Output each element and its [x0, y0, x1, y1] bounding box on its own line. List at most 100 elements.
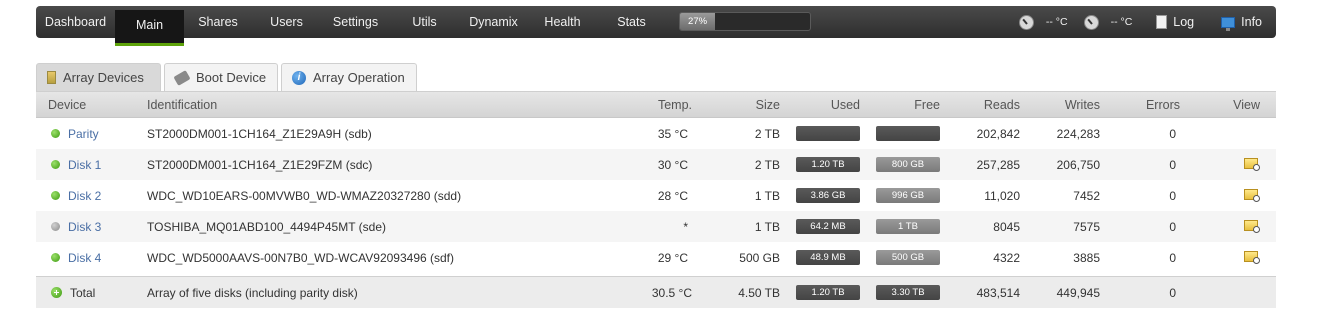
temp-cell: 28 °C	[657, 188, 688, 203]
device-cell: Disk 2	[51, 189, 101, 203]
identification-cell: ST2000DM001-1CH164_Z1E29FZM (sdc)	[147, 157, 373, 172]
header-device: Device	[48, 97, 87, 112]
reads-cell: 4322	[993, 250, 1020, 265]
status-dot-icon	[51, 191, 60, 200]
temp-cell: 29 °C	[657, 250, 688, 265]
tab-array-devices[interactable]: Array Devices	[36, 63, 161, 91]
header-size: Size	[755, 97, 780, 112]
nav-utils[interactable]: Utils	[390, 6, 459, 38]
thermometer-gauge-icon	[1083, 14, 1099, 30]
errors-cell: 0	[1169, 250, 1176, 265]
device-link[interactable]: Disk 1	[68, 158, 101, 172]
info-button[interactable]: Info	[1221, 15, 1262, 31]
free-bar: 500 GB	[876, 250, 940, 265]
total-size: 4.50 TB	[738, 285, 780, 300]
header-free: Free	[914, 97, 940, 112]
writes-cell: 206,750	[1056, 157, 1100, 172]
errors-cell: 0	[1169, 188, 1176, 203]
device-cell: Disk 3	[51, 220, 101, 234]
header-errors: Errors	[1145, 97, 1180, 112]
header-identification: Identification	[147, 97, 218, 112]
view-folder-icon[interactable]	[1244, 188, 1260, 202]
reads-cell: 11,020	[984, 188, 1020, 203]
used-bar: 1.20 TB	[796, 157, 860, 172]
total-temp: 30.5 °C	[651, 285, 692, 300]
writes-cell: 3885	[1073, 250, 1100, 265]
progress-fill: 27%	[680, 13, 716, 30]
used-bar: 64.2 MB	[796, 219, 860, 234]
size-cell: 2 TB	[754, 157, 780, 172]
nav-shares[interactable]: Shares	[184, 6, 252, 38]
info-icon: i	[292, 70, 306, 85]
reads-cell: 8045	[993, 219, 1020, 234]
writes-cell: 7452	[1073, 188, 1100, 203]
device-link[interactable]: Parity	[68, 127, 99, 141]
table-row-total: Total Array of five disks (including par…	[36, 276, 1276, 308]
table-row: Disk 4 WDC_WD5000AAVS-00N7B0_WD-WCAV92093…	[36, 242, 1276, 273]
temp-value-1: -- °C	[1045, 16, 1068, 28]
total-writes: 449,945	[1056, 285, 1100, 300]
nav-main[interactable]: Main	[115, 10, 184, 46]
total-free-bar: 3.30 TB	[876, 285, 940, 300]
nav-settings[interactable]: Settings	[321, 6, 390, 38]
total-used-bar: 1.20 TB	[796, 285, 860, 300]
thermometer-gauge-icon	[1018, 14, 1034, 30]
table-header: Device Identification Temp. Size Used Fr…	[36, 91, 1276, 118]
device-cell: Disk 4	[51, 251, 101, 265]
add-icon	[51, 287, 62, 298]
header-used: Used	[830, 97, 860, 112]
cpu-progress-bar: 27%	[679, 12, 811, 31]
table-row: Parity ST2000DM001-1CH164_Z1E29A9H (sdb) 3…	[36, 118, 1276, 149]
used-bar: 48.9 MB	[796, 250, 860, 265]
log-label: Log	[1173, 15, 1195, 29]
device-link[interactable]: Disk 4	[68, 251, 101, 265]
free-bar: 800 GB	[876, 157, 940, 172]
document-icon	[1156, 15, 1168, 29]
status-dot-icon	[51, 160, 60, 169]
view-folder-icon[interactable]	[1244, 219, 1260, 233]
free-bar: 996 GB	[876, 188, 940, 203]
temp-cell: 30 °C	[657, 157, 688, 172]
view-folder-icon[interactable]	[1244, 157, 1260, 171]
log-button[interactable]: Log	[1156, 15, 1194, 29]
reads-cell: 257,285	[976, 157, 1020, 172]
size-cell: 500 GB	[739, 250, 780, 265]
tab-boot-device[interactable]: Boot Device	[164, 63, 278, 91]
nav-health[interactable]: Health	[528, 6, 597, 38]
device-cell: Disk 1	[51, 158, 101, 172]
nav-users[interactable]: Users	[252, 6, 321, 38]
table-row: Disk 3 TOSHIBA_MQ01ABD100_4494P45MT (sde)…	[36, 211, 1276, 242]
temp-reading-2: -- °C	[1083, 14, 1133, 30]
header-temp: Temp.	[657, 97, 692, 112]
nav-stats[interactable]: Stats	[597, 6, 666, 38]
main-navbar: Dashboard Main Shares Users Settings Uti…	[36, 6, 1276, 46]
header-writes: Writes	[1064, 97, 1100, 112]
device-link[interactable]: Disk 2	[68, 189, 101, 203]
header-view: View	[1233, 97, 1260, 112]
temp-reading-1: -- °C	[1018, 14, 1068, 30]
temp-value-2: -- °C	[1110, 16, 1133, 28]
free-bar: 1 TB	[876, 219, 940, 234]
identification-cell: WDC_WD10EARS-00MVWB0_WD-WMAZ20327280 (sd…	[147, 188, 462, 203]
tab-array-operation[interactable]: i Array Operation	[281, 63, 417, 91]
used-bar	[796, 126, 860, 141]
view-folder-icon[interactable]	[1244, 250, 1260, 264]
status-dot-icon	[51, 129, 60, 138]
device-link[interactable]: Disk 3	[68, 220, 101, 234]
errors-cell: 0	[1169, 157, 1176, 172]
temp-cell: *	[683, 219, 688, 234]
total-device-cell: Total	[51, 286, 95, 300]
info-label: Info	[1241, 15, 1262, 29]
total-errors: 0	[1169, 285, 1176, 300]
monitor-icon	[1221, 16, 1236, 31]
status-dot-icon	[51, 253, 60, 262]
tab-label: Array Operation	[313, 70, 405, 85]
usb-icon	[173, 69, 191, 86]
array-devices-icon	[47, 71, 56, 84]
nav-dynamix[interactable]: Dynamix	[459, 6, 528, 38]
size-cell: 1 TB	[754, 219, 780, 234]
array-devices-table: Device Identification Temp. Size Used Fr…	[36, 91, 1276, 308]
nav-dashboard[interactable]: Dashboard	[36, 6, 115, 38]
identification-cell: ST2000DM001-1CH164_Z1E29A9H (sdb)	[147, 126, 372, 141]
status-dot-icon	[51, 222, 60, 231]
